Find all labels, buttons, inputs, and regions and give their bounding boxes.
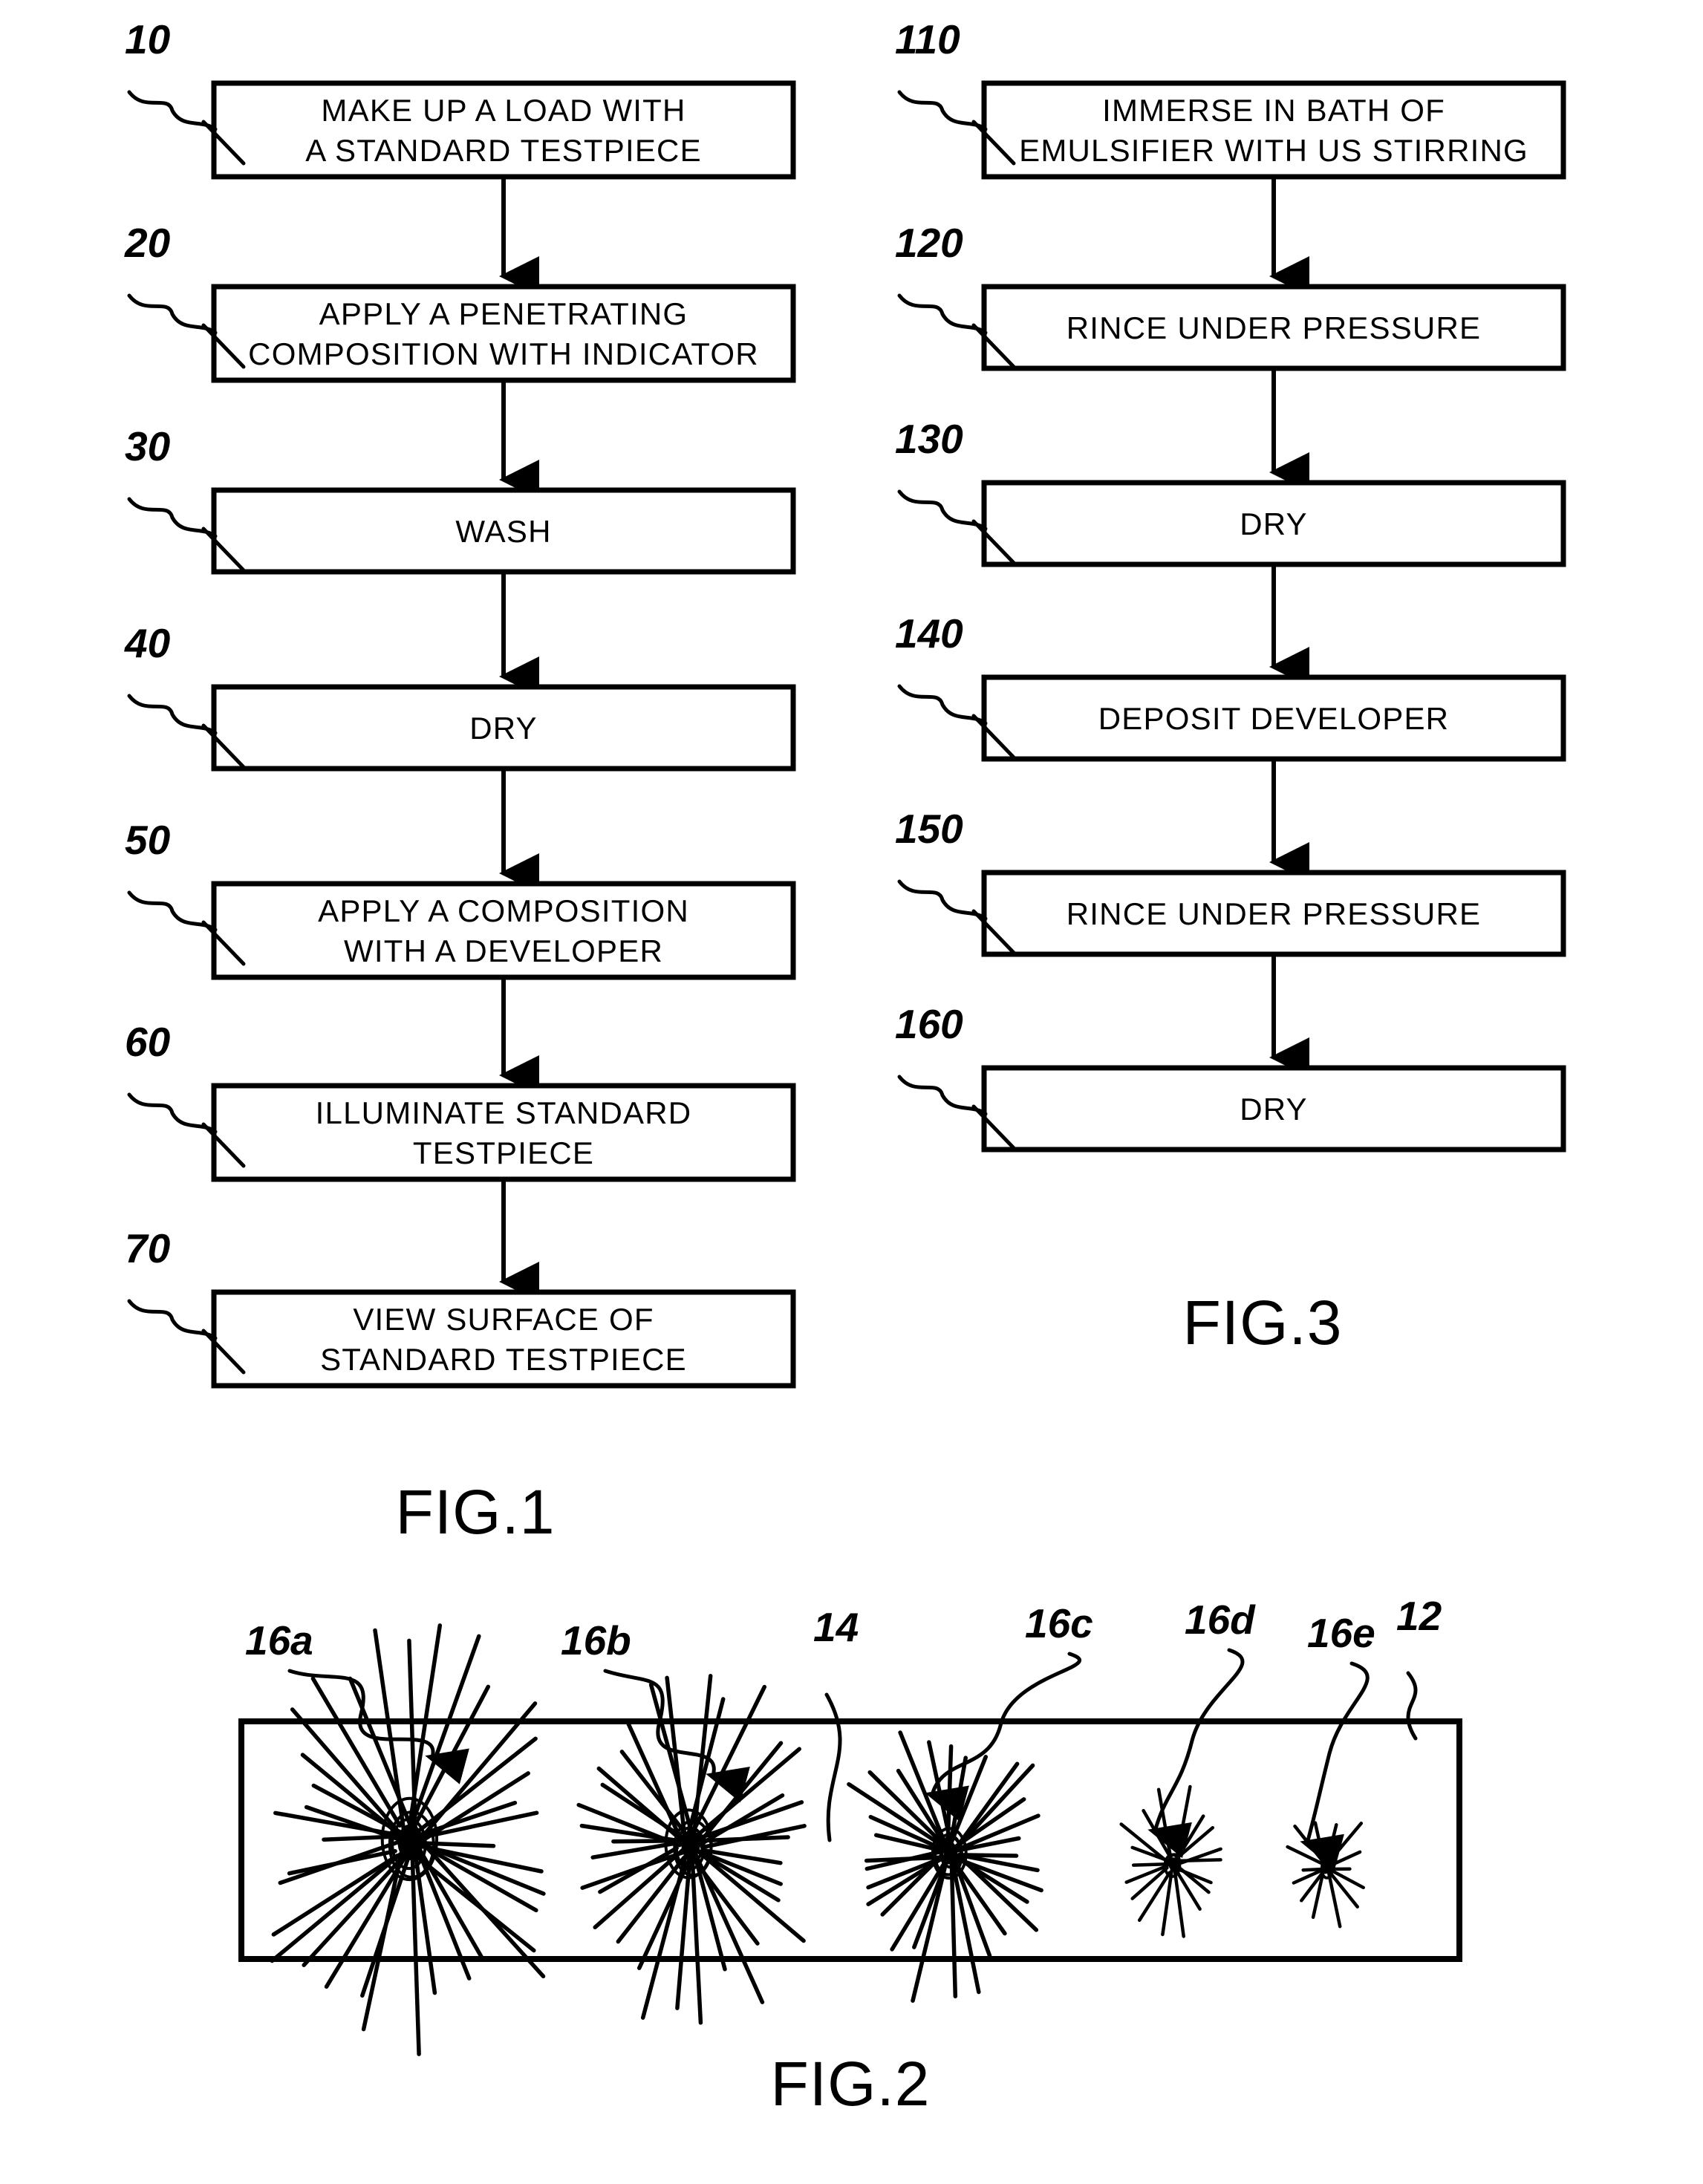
reference-numeral-10: 10 [125,16,171,62]
leader-line-70 [127,1299,218,1340]
leader-line-20 [127,293,218,335]
defect-core [1168,1857,1179,1871]
process-box-label-10: A STANDARD TESTPIECE [305,133,702,168]
leader-line-40 [127,694,218,735]
figure-caption-fig1: FIG.1 [395,1477,555,1547]
reference-numeral-140: 140 [895,610,963,656]
process-box-label-150: RINCE UNDER PRESSURE [1067,896,1481,931]
reference-numeral-20: 20 [124,220,171,266]
process-box-label-120: RINCE UNDER PRESSURE [1067,310,1481,345]
reference-numeral-150: 150 [895,806,963,852]
process-box-label-130: DRY [1240,506,1308,541]
reference-numeral-16d: 16d [1185,1597,1256,1643]
reference-numeral-40: 40 [124,620,171,666]
fig3-flowchart: IMMERSE IN BATH OF EMULSIFIER WITH US STI… [895,16,1566,1153]
fig2-testpiece: 16a 16b 16c 16d 16e 14 12 [238,1593,1462,2056]
reference-numeral-16b: 16b [561,1617,631,1663]
leader-line-30 [127,497,218,538]
process-box-label-110: EMULSIFIER WITH US STIRRING [1019,133,1528,168]
defect-core [1322,1862,1329,1873]
process-box-label-70: VIEW SURFACE OF [353,1302,654,1337]
reference-numeral-110: 110 [895,16,960,62]
reference-numeral-30: 30 [125,423,171,469]
process-box-label-40: DRY [469,711,538,746]
process-box-label-30: WASH [455,514,551,549]
process-box-label-140: DEPOSIT DEVELOPER [1098,701,1449,736]
process-box-label-110: IMMERSE IN BATH OF [1102,93,1445,128]
reference-numeral-14: 14 [813,1604,859,1650]
process-box-label-60: ILLUMINATE STANDARD [316,1095,692,1130]
reference-numeral-120: 120 [895,220,963,266]
reference-numeral-16a: 16a [245,1617,313,1663]
leader-line-50 [127,890,218,932]
reference-numeral-50: 50 [125,817,171,863]
figure-caption-fig2: FIG.2 [770,2049,930,2119]
leader-line-160 [897,1075,988,1116]
process-box-label-20: APPLY A PENETRATING [319,296,688,331]
reference-numeral-70: 70 [125,1225,171,1271]
process-box-label-160: DRY [1240,1092,1308,1127]
defect-core [943,1843,958,1862]
process-box-label-50: WITH A DEVELOPER [344,933,663,968]
process-box-label-20: COMPOSITION WITH INDICATOR [248,336,759,371]
figure-caption-fig3: FIG.3 [1182,1288,1342,1357]
process-box-label-70: STANDARD TESTPIECE [320,1342,687,1377]
reference-numeral-130: 130 [895,416,963,462]
leader-line-150 [897,879,988,921]
process-box-label-10: MAKE UP A LOAD WITH [321,93,686,128]
reference-numeral-16e: 16e [1307,1610,1375,1656]
reference-numeral-60: 60 [125,1019,171,1065]
leader-line-10 [127,90,218,131]
reference-numeral-16c: 16c [1025,1600,1093,1646]
reference-numeral-160: 160 [895,1001,963,1047]
leader-line-110 [897,90,988,131]
patent-figure-sheet: MAKE UP A LOAD WITH A STANDARD TESTPIECE 1… [0,0,1703,2184]
process-box-label-50: APPLY A COMPOSITION [318,893,689,928]
process-box-label-60: TESTPIECE [413,1135,594,1170]
leader-line-140 [897,684,988,726]
leader-line-120 [897,293,988,335]
fig1-flowchart: MAKE UP A LOAD WITH A STANDARD TESTPIECE 1… [124,16,796,1389]
defect-core [681,1833,700,1858]
figure-labels: FIG.1 FIG.3 FIG.2 [395,1288,1342,2119]
reference-numeral-12: 12 [1396,1593,1442,1639]
leader-line-130 [897,489,988,531]
defect-core [398,1827,422,1857]
leader-line-60 [127,1092,218,1134]
figure-canvas: MAKE UP A LOAD WITH A STANDARD TESTPIECE 1… [124,16,1566,2119]
